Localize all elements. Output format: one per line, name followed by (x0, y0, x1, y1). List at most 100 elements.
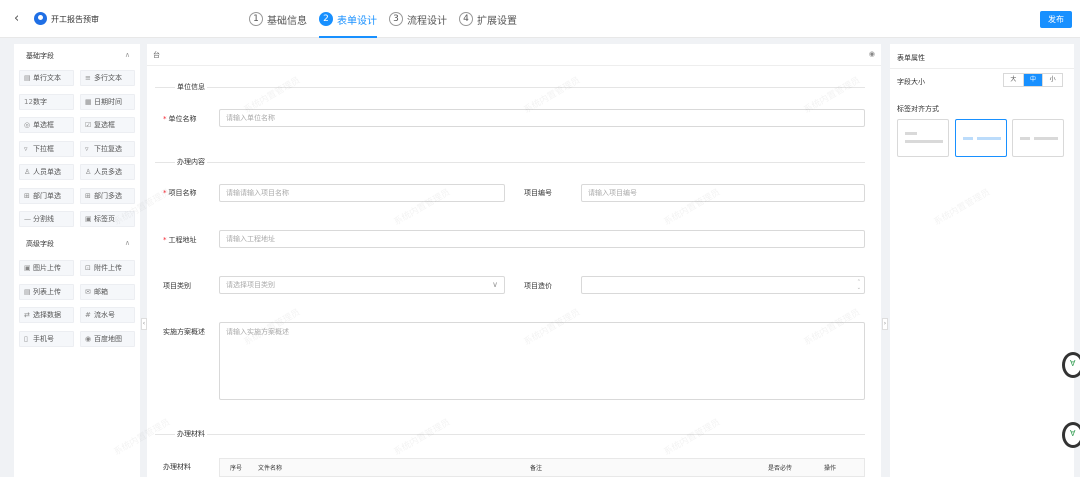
align-right-option[interactable] (1012, 119, 1064, 157)
component-item[interactable]: ▤ 单行文本 (19, 70, 74, 86)
step-label: 基础信息 (267, 15, 307, 27)
section-divider-handle[interactable]: 办理内容 (155, 157, 865, 167)
step-flow-design[interactable]: 3 流程设计 (389, 0, 447, 38)
component-label: 日期时间 (94, 97, 122, 106)
preview-eye-icon[interactable]: ◉ (869, 50, 875, 58)
properties-panel: 表单属性 字段大小 大 中 小 标签对齐方式 (890, 44, 1074, 477)
project-name-input[interactable]: 请输请输入项目名称 (219, 184, 505, 202)
top-bar: ‹ 开工报告预审 1 基础信息 2 表单设计 3 流程设计 4 扩展设置 发布 (0, 0, 1080, 38)
component-label: 流水号 (94, 311, 115, 319)
component-icon: 12 (24, 97, 33, 106)
floating-helper-icon[interactable]: ∀ (1062, 422, 1080, 448)
divider-label: 办理材料 (175, 429, 207, 439)
back-arrow-icon[interactable]: ‹ (14, 11, 19, 26)
cost-label: 项目造价 (524, 282, 552, 290)
component-item[interactable]: ≡ 多行文本 (80, 70, 135, 86)
basic-fields-header[interactable]: 基础字段 ∧ (14, 49, 140, 63)
table-header-cell: 操作 (824, 465, 837, 472)
component-item[interactable]: ⇄ 选择数据 (19, 307, 74, 323)
plan-label: 实施方案概述 (163, 328, 205, 336)
component-item[interactable]: ✉ 邮箱 (80, 283, 135, 300)
component-icon: ▯ (24, 334, 28, 343)
component-icon: ▿ (24, 144, 28, 153)
label-align-label: 标签对齐方式 (897, 105, 939, 113)
component-item[interactable]: ⊞ 部门单选 (19, 187, 74, 204)
component-icon: ⇄ (24, 311, 30, 319)
step-extend-settings[interactable]: 4 扩展设置 (459, 0, 517, 38)
component-icon: ▦ (85, 97, 92, 106)
component-label: 部门多选 (94, 191, 122, 200)
category-label: 项目类别 (163, 282, 191, 290)
component-item[interactable]: ◎ 单选框 (19, 117, 74, 133)
component-item[interactable]: — 分割线 (19, 211, 74, 227)
floating-helper-icon[interactable]: ∀ (1062, 352, 1080, 378)
step-label: 表单设计 (337, 15, 377, 27)
size-large-button[interactable]: 大 (1004, 74, 1024, 86)
table-header-cell: 文件名称 (258, 465, 283, 472)
component-item[interactable]: ▣ 图片上传 (19, 260, 74, 276)
component-label: 百度地图 (94, 334, 122, 343)
unit-name-input[interactable]: 请输入单位名称 (219, 109, 865, 127)
cost-number-input[interactable]: ⌃ ⌄ (581, 276, 865, 294)
divider-label: 办理内容 (175, 157, 207, 167)
materials-table-header[interactable]: 序号 文件名称 备注 是否必传 操作 (219, 458, 865, 477)
component-item[interactable]: ▤ 列表上传 (19, 283, 74, 300)
step-form-design[interactable]: 2 表单设计 (319, 0, 377, 38)
chevron-up-icon[interactable]: ∧ (125, 51, 130, 59)
component-label: 单选框 (33, 121, 54, 129)
plan-textarea[interactable]: 请输入实施方案概述 (219, 322, 865, 400)
component-label: 标签页 (94, 215, 115, 223)
section-divider-material[interactable]: 办理材料 (155, 429, 865, 439)
table-header-cell: 是否必传 (768, 465, 793, 472)
component-item[interactable]: 12数字 (19, 93, 74, 110)
device-icon[interactable]: 台 (153, 50, 160, 60)
step-tabs: 1 基础信息 2 表单设计 3 流程设计 4 扩展设置 (249, 0, 529, 38)
field-size-toggle: 大 中 小 (1003, 73, 1063, 87)
align-top-option[interactable] (897, 119, 949, 157)
advanced-fields-header[interactable]: 高级字段 ∧ (14, 237, 140, 251)
table-header-cell: 序号 (230, 465, 243, 472)
address-input[interactable]: 请输入工程地址 (219, 230, 865, 248)
component-item[interactable]: ▿ 下拉框 (19, 140, 74, 157)
section-divider-unit[interactable]: 单位信息 (155, 82, 865, 92)
component-label: 手机号 (33, 334, 54, 343)
component-icon: ✉ (85, 287, 91, 296)
component-item[interactable]: ▣ 标签页 (80, 211, 135, 227)
table-header-cell: 备注 (530, 465, 543, 472)
address-label: * 工程地址 (163, 236, 197, 244)
project-no-input[interactable]: 请输入项目编号 (581, 184, 865, 202)
component-item[interactable]: ☑ 复选框 (80, 117, 135, 133)
align-left-option[interactable] (955, 119, 1007, 157)
component-icon: ⊡ (85, 264, 91, 272)
chevron-up-icon[interactable]: ∧ (125, 239, 130, 247)
size-small-button[interactable]: 小 (1043, 74, 1062, 86)
field-size-label: 字段大小 (897, 78, 925, 86)
component-icon: ⊞ (85, 191, 91, 200)
component-item[interactable]: ⊡ 附件上传 (80, 260, 135, 276)
component-item[interactable]: ♙ 人员单选 (19, 164, 74, 180)
component-item[interactable]: ▦ 日期时间 (80, 93, 135, 110)
component-icon: ♙ (85, 168, 92, 176)
component-label: 邮箱 (94, 287, 108, 296)
component-item[interactable]: ▯ 手机号 (19, 330, 74, 347)
component-icon: # (85, 311, 91, 319)
step-basic-info[interactable]: 1 基础信息 (249, 0, 307, 38)
number-spinner-icon[interactable]: ⌃ ⌄ (857, 279, 861, 291)
component-item[interactable]: ⊞ 部门多选 (80, 187, 135, 204)
component-icon: ♙ (24, 168, 31, 176)
step-number: 3 (389, 12, 403, 26)
step-label: 扩展设置 (477, 15, 517, 27)
size-medium-button[interactable]: 中 (1023, 74, 1044, 86)
category-select[interactable]: 请选择项目类别 ∨ (219, 276, 505, 294)
publish-button[interactable]: 发布 (1040, 11, 1072, 28)
component-item[interactable]: ▿ 下拉复选 (80, 140, 135, 157)
component-icon: ▤ (24, 74, 31, 82)
component-label: 分割线 (33, 215, 54, 223)
materials-label: 办理材料 (163, 463, 191, 471)
select-placeholder: 请选择项目类别 (226, 281, 275, 289)
component-item[interactable]: ♙ 人员多选 (80, 164, 135, 180)
component-item[interactable]: ◉ 百度地图 (80, 330, 135, 347)
component-item[interactable]: # 流水号 (80, 307, 135, 323)
collapse-right-icon[interactable]: › (882, 318, 888, 330)
component-icon: ▤ (24, 287, 31, 296)
